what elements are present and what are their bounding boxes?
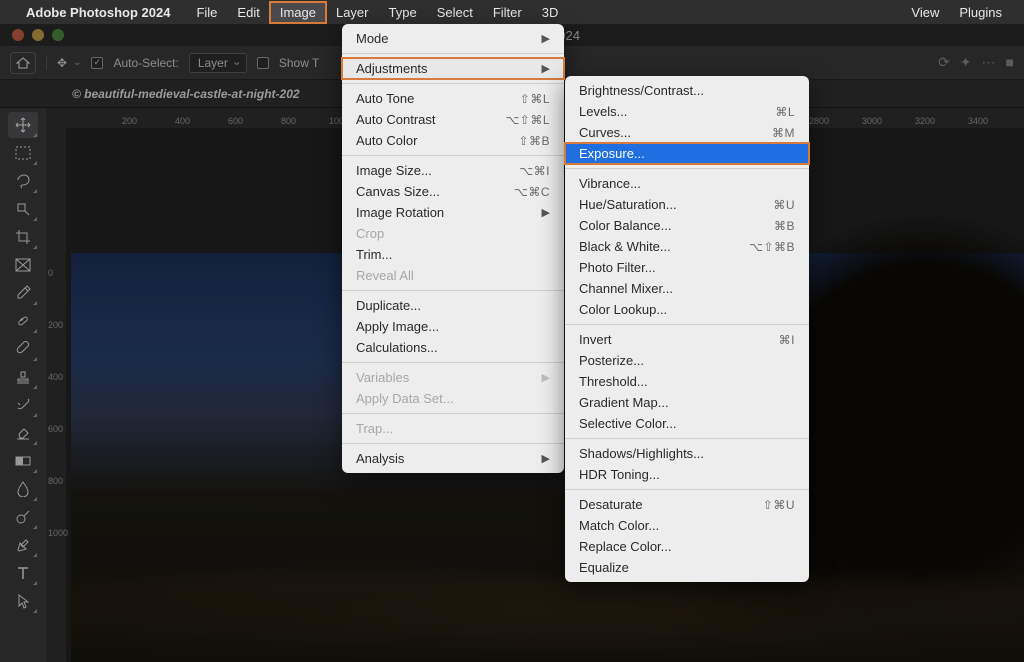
type-tool[interactable] <box>8 560 38 586</box>
menu-apply-data-set: Apply Data Set... <box>342 388 564 409</box>
share-icon[interactable]: ⋯ <box>982 54 996 71</box>
brush-tool[interactable] <box>8 336 38 362</box>
menu-posterize[interactable]: Posterize... <box>565 350 809 371</box>
minimize-icon[interactable] <box>32 29 44 41</box>
crop-tool[interactable] <box>8 224 38 250</box>
menu-exposure[interactable]: Exposure... <box>565 143 809 164</box>
menu-mode[interactable]: Mode▶ <box>342 28 564 49</box>
menu-selective-color[interactable]: Selective Color... <box>565 413 809 434</box>
menu-color-lookup[interactable]: Color Lookup... <box>565 299 809 320</box>
auto-select-label: Auto-Select: <box>113 56 178 70</box>
menu-replace-color[interactable]: Replace Color... <box>565 536 809 557</box>
healing-tool[interactable] <box>8 308 38 334</box>
lasso-tool[interactable] <box>8 168 38 194</box>
menu-trap: Trap... <box>342 418 564 439</box>
stamp-tool[interactable] <box>8 364 38 390</box>
mac-menubar: Adobe Photoshop 2024 File Edit Image Lay… <box>0 0 1024 24</box>
auto-select-target[interactable]: Layer <box>189 53 247 73</box>
selection-tool[interactable] <box>8 196 38 222</box>
menu-desaturate[interactable]: Desaturate⇧⌘U <box>565 494 809 515</box>
menu-hue-saturation[interactable]: Hue/Saturation...⌘U <box>565 194 809 215</box>
menu-auto-contrast[interactable]: Auto Contrast⌥⇧⌘L <box>342 109 564 130</box>
menu-edit[interactable]: Edit <box>227 2 269 23</box>
menu-invert[interactable]: Invert⌘I <box>565 329 809 350</box>
menu-vibrance[interactable]: Vibrance... <box>565 173 809 194</box>
frame-tool[interactable] <box>8 252 38 278</box>
menu-levels[interactable]: Levels...⌘L <box>565 101 809 122</box>
menu-view[interactable]: View <box>901 2 949 23</box>
image-content <box>71 522 1024 662</box>
menu-calculations[interactable]: Calculations... <box>342 337 564 358</box>
move-tool-indicator-icon: ✥ <box>57 56 67 70</box>
video-icon[interactable]: ■ <box>1006 54 1014 71</box>
show-transform-label: Show T <box>279 56 319 70</box>
menu-trim[interactable]: Trim... <box>342 244 564 265</box>
app-name[interactable]: Adobe Photoshop 2024 <box>26 5 170 20</box>
ruler-corner <box>46 108 66 128</box>
menu-layer[interactable]: Layer <box>326 2 379 23</box>
pen-tool[interactable] <box>8 532 38 558</box>
menu-channel-mixer[interactable]: Channel Mixer... <box>565 278 809 299</box>
menu-black-white[interactable]: Black & White...⌥⇧⌘B <box>565 236 809 257</box>
menu-gradient-map[interactable]: Gradient Map... <box>565 392 809 413</box>
dodge-tool[interactable] <box>8 504 38 530</box>
history-brush-tool[interactable] <box>8 392 38 418</box>
menu-variables: Variables▶ <box>342 367 564 388</box>
path-select-tool[interactable] <box>8 588 38 614</box>
zoom-icon[interactable] <box>52 29 64 41</box>
menu-photo-filter[interactable]: Photo Filter... <box>565 257 809 278</box>
menu-image-rotation[interactable]: Image Rotation▶ <box>342 202 564 223</box>
gradient-tool[interactable] <box>8 448 38 474</box>
menu-type[interactable]: Type <box>379 2 427 23</box>
menu-image-size[interactable]: Image Size...⌥⌘I <box>342 160 564 181</box>
eraser-tool[interactable] <box>8 420 38 446</box>
menu-analysis[interactable]: Analysis▶ <box>342 448 564 469</box>
menu-equalize[interactable]: Equalize <box>565 557 809 578</box>
adjustments-submenu: Brightness/Contrast... Levels...⌘L Curve… <box>565 76 809 582</box>
close-icon[interactable] <box>12 29 24 41</box>
menu-shadows-highlights[interactable]: Shadows/Highlights... <box>565 443 809 464</box>
menu-hdr-toning[interactable]: HDR Toning... <box>565 464 809 485</box>
menu-match-color[interactable]: Match Color... <box>565 515 809 536</box>
menu-color-balance[interactable]: Color Balance...⌘B <box>565 215 809 236</box>
refresh-icon[interactable]: ⟳ <box>938 54 950 71</box>
menu-image[interactable]: Image <box>270 2 326 23</box>
menu-reveal-all: Reveal All <box>342 265 564 286</box>
menu-threshold[interactable]: Threshold... <box>565 371 809 392</box>
move-tool[interactable] <box>8 112 38 138</box>
tools-panel <box>0 108 46 662</box>
menu-select[interactable]: Select <box>427 2 483 23</box>
eyedropper-tool[interactable] <box>8 280 38 306</box>
menu-curves[interactable]: Curves...⌘M <box>565 122 809 143</box>
show-transform-checkbox[interactable] <box>257 57 269 69</box>
menu-auto-tone[interactable]: Auto Tone⇧⌘L <box>342 88 564 109</box>
menu-file[interactable]: File <box>186 2 227 23</box>
home-button[interactable] <box>10 52 36 74</box>
menu-brightness-contrast[interactable]: Brightness/Contrast... <box>565 80 809 101</box>
document-tab[interactable]: © beautiful-medieval-castle-at-night-202 <box>64 87 308 101</box>
menu-plugins[interactable]: Plugins <box>949 2 1012 23</box>
menu-auto-color[interactable]: Auto Color⇧⌘B <box>342 130 564 151</box>
blur-tool[interactable] <box>8 476 38 502</box>
menu-apply-image[interactable]: Apply Image... <box>342 316 564 337</box>
menu-canvas-size[interactable]: Canvas Size...⌥⌘C <box>342 181 564 202</box>
menu-duplicate[interactable]: Duplicate... <box>342 295 564 316</box>
traffic-lights <box>12 29 64 41</box>
menu-3d[interactable]: 3D <box>532 2 569 23</box>
image-menu-dropdown: Mode▶ Adjustments▶ Auto Tone⇧⌘L Auto Con… <box>342 24 564 473</box>
menu-adjustments[interactable]: Adjustments▶ <box>342 58 564 79</box>
ruler-vertical[interactable]: 0 200 400 600 800 1000 <box>46 128 66 662</box>
snap-icon[interactable]: ✦ <box>960 54 972 71</box>
menu-crop: Crop <box>342 223 564 244</box>
menu-filter[interactable]: Filter <box>483 2 532 23</box>
auto-select-checkbox[interactable] <box>91 57 103 69</box>
marquee-tool[interactable] <box>8 140 38 166</box>
